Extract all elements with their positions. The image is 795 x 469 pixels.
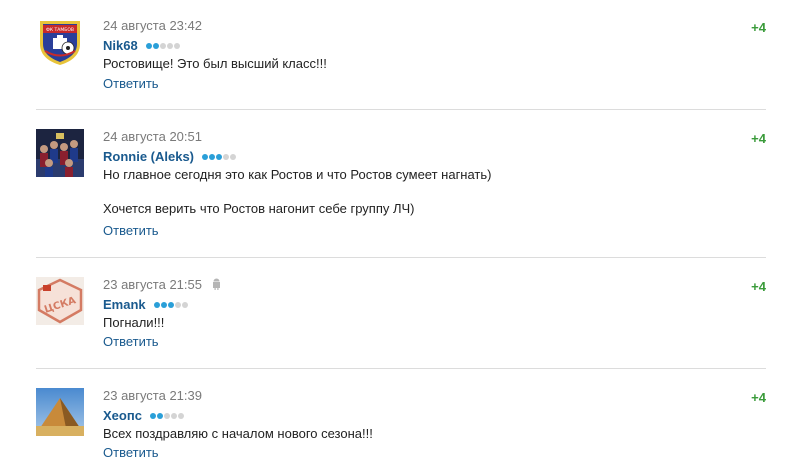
avatar[interactable]: ЦСКА [36,277,84,325]
rating-dot [223,154,230,160]
pyramid-photo-icon [36,388,84,436]
author-name[interactable]: Ronnie (Aleks) [103,149,194,164]
comment-datetime: 24 августа 23:42 [103,18,202,33]
rating-dot [230,154,237,160]
comment-datetime: 24 августа 20:51 [103,129,202,144]
comment-text: Погнали!!! [103,314,164,331]
comment-score[interactable]: +4 [751,131,766,146]
avatar[interactable] [36,129,84,177]
comment-score[interactable]: +4 [751,279,766,294]
rating-dot [161,302,168,308]
rating-dot [202,154,209,160]
comment-score[interactable]: +4 [751,390,766,405]
comment-line: Хочется верить что Ростов нагонит себе г… [103,201,415,216]
rating-dot [209,154,216,160]
comment-line: Ростовище! Это был высший класс!!! [103,56,327,71]
user-rating [150,406,185,424]
rating-dot [216,154,223,160]
rating-dot [153,43,160,49]
android-icon [212,278,221,293]
rating-dot [160,43,167,49]
cska-logo-icon: ЦСКА [36,277,84,325]
comment-score[interactable]: +4 [751,20,766,35]
comment-line: Но главное сегодня это как Ростов и что … [103,167,492,182]
comment-text: Ростовище! Это был высший класс!!! [103,55,327,72]
rating-dot [171,413,178,419]
rating-dot [182,302,189,308]
author-line: Ronnie (Aleks) [103,147,237,166]
rating-dot [164,413,171,419]
comment-line: Погнали!!! [103,315,165,330]
author-name[interactable]: Emank [103,297,146,312]
rating-dot [175,302,182,308]
reply-link[interactable]: Ответить [103,223,159,238]
avatar-logo-text: ФК ТАМБОВ [46,27,74,33]
rating-dot [174,43,181,49]
comment-item: ФК ТАМБОВ 24 августа 23:42 Nik68 Ростови… [36,18,766,98]
comment-item: 23 августа 21:39 Хеопс Всех поздравляю с… [36,388,766,468]
comment-divider [36,368,766,369]
user-rating [146,36,181,54]
comment-text: Но главное сегодня это как Ростов и что … [103,166,492,217]
rating-dot [178,413,185,419]
avatar[interactable] [36,388,84,436]
author-name[interactable]: Nik68 [103,38,138,53]
reply-link[interactable]: Ответить [103,334,159,349]
author-line: Хеопс [103,406,185,425]
rating-dot [168,302,175,308]
comment-divider [36,109,766,110]
rating-dot [167,43,174,49]
rating-dot [150,413,157,419]
comment-item: ЦСКА 23 августа 21:55 Emank Погнали!!! О… [36,277,766,357]
comment-datetime: 23 августа 21:39 [103,388,202,403]
comment-item: 24 августа 20:51 Ronnie (Aleks) Но главн… [36,129,766,241]
reply-link[interactable]: Ответить [103,445,159,460]
avatar[interactable]: ФК ТАМБОВ [36,18,84,66]
user-rating [202,147,237,165]
author-line: Nik68 [103,36,181,55]
comment-text: Всех поздравляю с началом нового сезона!… [103,425,373,442]
team-photo-icon [36,129,84,177]
author-line: Emank [103,295,189,314]
fc-tambov-logo-icon: ФК ТАМБОВ [40,21,80,65]
reply-link[interactable]: Ответить [103,76,159,91]
comment-datetime: 23 августа 21:55 [103,277,221,293]
comment-line: Всех поздравляю с началом нового сезона!… [103,426,373,441]
comment-divider [36,257,766,258]
user-rating [154,295,189,313]
rating-dot [154,302,161,308]
rating-dot [146,43,153,49]
author-name[interactable]: Хеопс [103,408,142,423]
rating-dot [157,413,164,419]
